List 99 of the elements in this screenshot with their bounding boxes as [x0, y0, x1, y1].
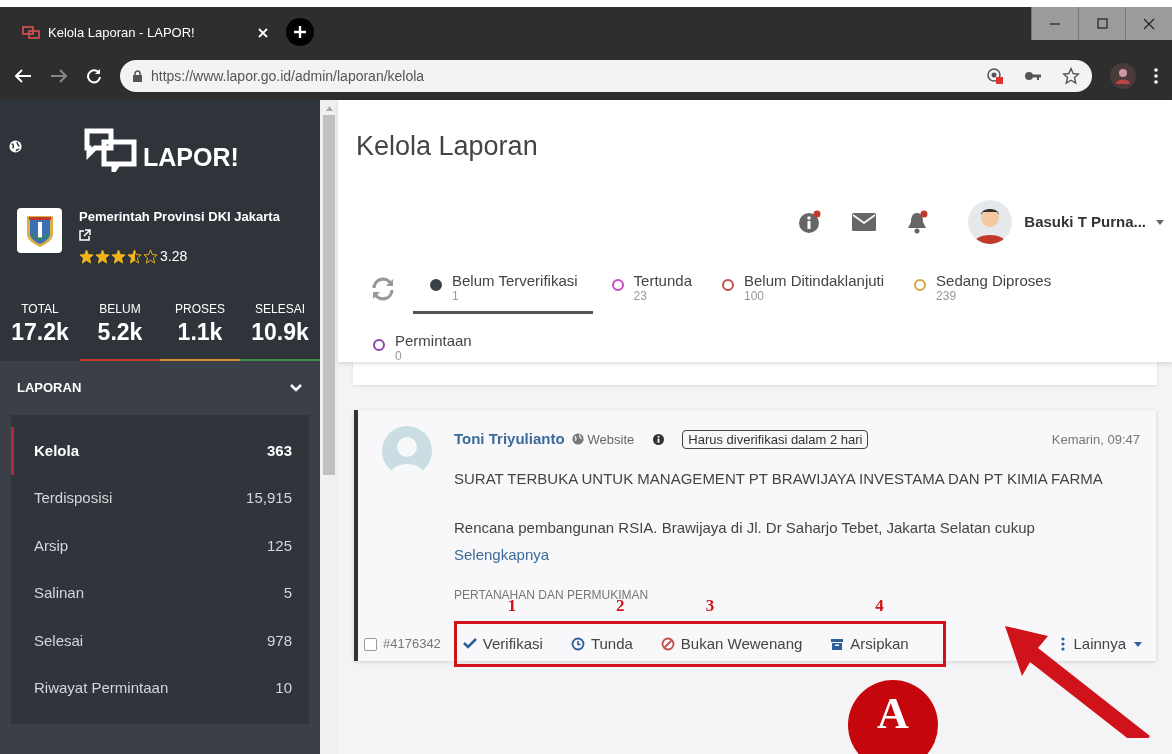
- browser-tab[interactable]: Kelola Laporan - LAPOR!: [10, 14, 280, 52]
- item-count: 125: [266, 535, 292, 556]
- stat-label: PROSES: [175, 301, 225, 318]
- prohibited-icon: [660, 637, 675, 651]
- menu-item[interactable]: Selesai 978: [11, 617, 309, 665]
- mail-icon[interactable]: [852, 213, 877, 231]
- tab-count: 1: [452, 290, 460, 303]
- author-name[interactable]: Toni Triyulianto: [454, 428, 565, 451]
- item-count: 363: [266, 440, 292, 461]
- filter-tab[interactable]: Permintaan 0: [358, 330, 487, 374]
- rating-value: 3.28: [160, 247, 188, 266]
- close-icon[interactable]: [258, 28, 268, 38]
- item-count: 5: [283, 583, 292, 603]
- logo-text: LAPOR!: [143, 145, 239, 170]
- filter-tab[interactable]: Sedang Diproses 239: [899, 270, 1067, 314]
- globe-icon: [571, 433, 584, 446]
- star-icon: [127, 249, 142, 264]
- globe-icon[interactable]: [9, 140, 22, 153]
- item-count: 10: [275, 678, 292, 698]
- item-count: 978: [266, 630, 292, 651]
- kebab-icon: [1061, 637, 1066, 651]
- logo-icon: [84, 128, 140, 172]
- star-icon[interactable]: [1062, 67, 1080, 85]
- plus-icon: [293, 25, 307, 39]
- stat-value: 5.2k: [97, 318, 143, 346]
- report-title: SURAT TERBUKA UNTUK MANAGEMENT PT BRAWIJAYA INVESTAMA DAN PT KIMIA FARMA: [454, 468, 1104, 489]
- menu-icon[interactable]: [1154, 68, 1158, 84]
- menu-item[interactable]: Arsip 125: [11, 522, 309, 570]
- user-menu[interactable]: Basuki T Purna...: [1024, 210, 1164, 234]
- action-button[interactable]: Arsipkan: [830, 632, 909, 656]
- organization-name: Pemerintah Provinsi DKI Jakarta: [79, 208, 280, 226]
- menu-item[interactable]: Riwayat Permintaan 10: [11, 664, 309, 712]
- checkbox[interactable]: [364, 637, 377, 651]
- action-button[interactable]: Tunda: [570, 632, 633, 656]
- lock-icon: [132, 69, 143, 83]
- read-more-link[interactable]: Selengkapnya: [454, 543, 550, 566]
- annotation-number: 3: [705, 594, 715, 617]
- star-icon: [79, 249, 94, 264]
- report-id: #4176342: [383, 635, 441, 654]
- menu-item[interactable]: Terdisposisi 15,915: [11, 474, 309, 522]
- source-label: Website: [587, 430, 635, 449]
- star-icon: [143, 249, 158, 264]
- scrollbar-thumb[interactable]: [323, 115, 335, 475]
- filter-tab[interactable]: Belum Ditindaklanjuti 100: [707, 270, 900, 314]
- new-tab-button[interactable]: [286, 18, 314, 46]
- check-icon: [462, 637, 477, 651]
- stat-value: 10.9k: [251, 318, 309, 346]
- annotation-number: 4: [875, 594, 884, 617]
- external-link-icon[interactable]: [79, 229, 91, 241]
- deadline-badge: Harus diverifikasi dalam 2 hari: [682, 429, 869, 449]
- caret-icon: [1156, 219, 1164, 225]
- filter-tab[interactable]: Tertunda 23: [596, 270, 707, 314]
- info-icon[interactable]: [653, 433, 665, 445]
- tab-count: 23: [633, 290, 648, 303]
- stat-label: SELESAI: [255, 301, 305, 318]
- back-icon[interactable]: [14, 68, 32, 84]
- reload-icon[interactable]: [86, 68, 102, 84]
- stat-label: TOTAL: [21, 301, 59, 318]
- profile-avatar[interactable]: [1110, 63, 1136, 89]
- maximize-icon: [1095, 16, 1109, 31]
- stat-label: BELUM: [99, 301, 141, 318]
- star-icon: [111, 249, 126, 264]
- stat-value: 17.2k: [11, 318, 69, 346]
- menu-item[interactable]: Salinan 5: [11, 569, 309, 617]
- forward-icon[interactable]: [50, 68, 68, 84]
- action-button[interactable]: Bukan Wewenang: [660, 632, 803, 656]
- scrollbar[interactable]: [320, 100, 338, 754]
- item-count: 15,915: [246, 488, 292, 508]
- caret-icon: [1134, 641, 1142, 647]
- action-button[interactable]: Verifikasi: [462, 632, 543, 656]
- chat-icon: [22, 26, 40, 40]
- clock-icon: [570, 637, 585, 651]
- report-excerpt: Rencana pembangunan RSIA. Brawijaya di Jl. Dr Saharjo Tebet, Jakarta Selatan cukup: [454, 518, 1036, 538]
- tab-title: Kelola Laporan - LAPOR!: [48, 24, 196, 43]
- tab-count: 239: [936, 290, 958, 303]
- timestamp: Kemarin, 09:47: [1051, 430, 1140, 449]
- address-bar[interactable]: https://www.lapor.go.id/admin/laporan/kelola: [120, 60, 1092, 92]
- section-header[interactable]: LAPORAN: [0, 361, 320, 415]
- refresh-icon[interactable]: [370, 277, 396, 301]
- tab-count: 100: [744, 290, 765, 303]
- stat-value: 1.1k: [177, 318, 223, 346]
- location-blocked-icon[interactable]: [986, 67, 1004, 85]
- maximize-button[interactable]: [1078, 7, 1125, 40]
- tab-count: 0: [395, 350, 403, 363]
- close-icon: [1142, 16, 1156, 31]
- user-avatar[interactable]: [968, 200, 1013, 244]
- minimize-icon: [1050, 22, 1060, 25]
- author-avatar: [382, 426, 432, 476]
- more-menu[interactable]: Lainnya: [1061, 632, 1142, 656]
- page-title: Kelola Laporan: [355, 130, 539, 162]
- star-icon: [95, 249, 110, 264]
- menu-item[interactable]: Kelola 363: [11, 427, 309, 475]
- emblem-icon: [17, 208, 62, 253]
- key-icon[interactable]: [1024, 70, 1042, 82]
- url-text: https://www.lapor.go.id/admin/laporan/kelola: [151, 66, 426, 86]
- archive-icon: [830, 637, 845, 651]
- filter-tab[interactable]: Belum Terverifikasi 1: [413, 270, 593, 314]
- info-icon[interactable]: [798, 210, 823, 234]
- person-icon: [1114, 67, 1132, 85]
